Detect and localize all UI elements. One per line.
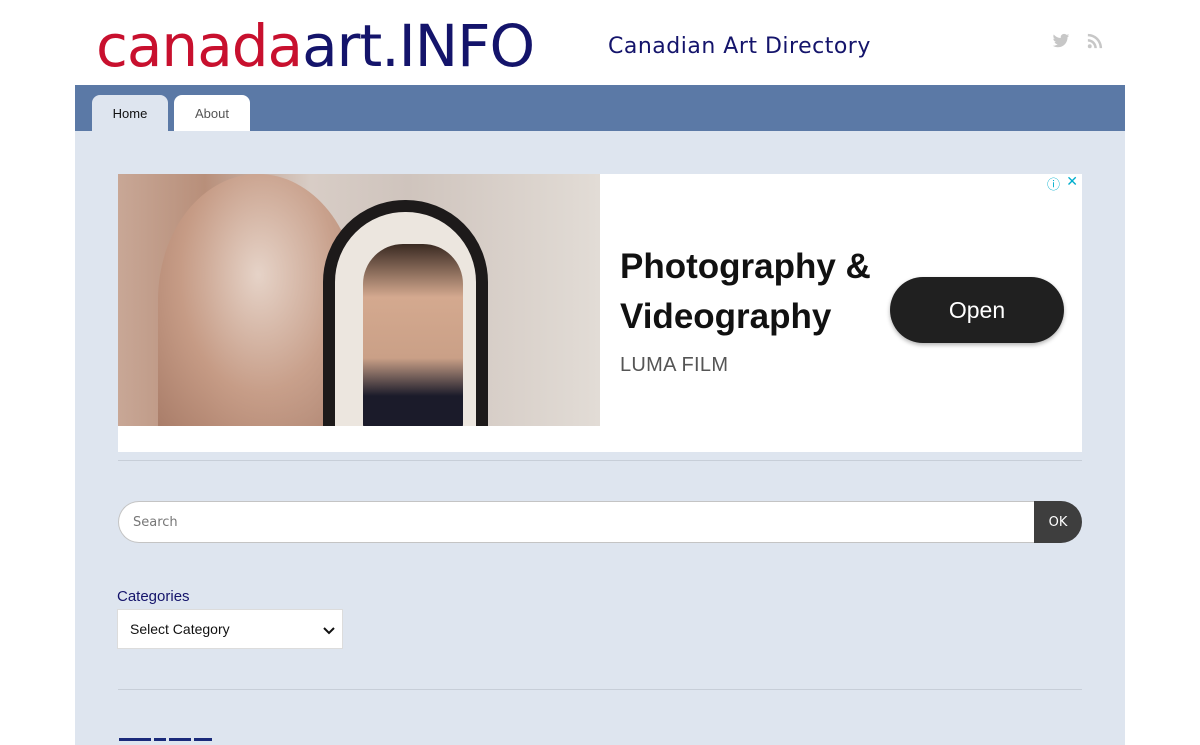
ad-photo-figure xyxy=(363,244,463,426)
divider xyxy=(118,460,1082,461)
categories-label: Categories xyxy=(117,588,190,605)
category-select-value: Select Category xyxy=(130,621,230,637)
tab-home[interactable]: Home xyxy=(92,95,168,131)
search-submit-button[interactable]: OK xyxy=(1034,501,1082,543)
ad-headline[interactable]: Photography & Videography xyxy=(620,242,880,342)
ad-advertiser[interactable]: LUMA FILM xyxy=(620,354,728,377)
site-header: canada art.INFO Canadian Art Directory xyxy=(0,0,1200,85)
social-links xyxy=(1052,32,1104,50)
search-form: OK xyxy=(118,501,1082,543)
rss-icon[interactable] xyxy=(1086,32,1104,50)
tab-home-label: Home xyxy=(112,105,148,121)
twitter-icon[interactable] xyxy=(1052,32,1070,50)
close-icon[interactable]: ✕ xyxy=(1066,174,1078,190)
divider xyxy=(118,689,1082,690)
info-icon[interactable]: ⓘ xyxy=(1047,174,1060,193)
ad-open-button[interactable]: Open xyxy=(890,277,1064,343)
logo-text-canada: canada xyxy=(96,12,303,80)
site-tagline: Canadian Art Directory xyxy=(608,34,871,59)
logo-text-art-info: art.INFO xyxy=(302,12,535,80)
search-input[interactable] xyxy=(118,501,1036,543)
site-logo[interactable]: canada art.INFO xyxy=(96,12,535,80)
main-content: Home About Photography & Videography LUM… xyxy=(75,85,1125,745)
ad-photo[interactable] xyxy=(118,174,600,426)
chevron-down-icon xyxy=(322,623,336,637)
main-nav: Home About xyxy=(75,85,1125,131)
tab-about[interactable]: About xyxy=(174,95,250,131)
tab-about-label: About xyxy=(195,105,229,121)
advertisement-banner[interactable]: Photography & Videography LUMA FILM Open… xyxy=(118,174,1082,452)
category-select[interactable]: Select Category xyxy=(117,609,343,649)
